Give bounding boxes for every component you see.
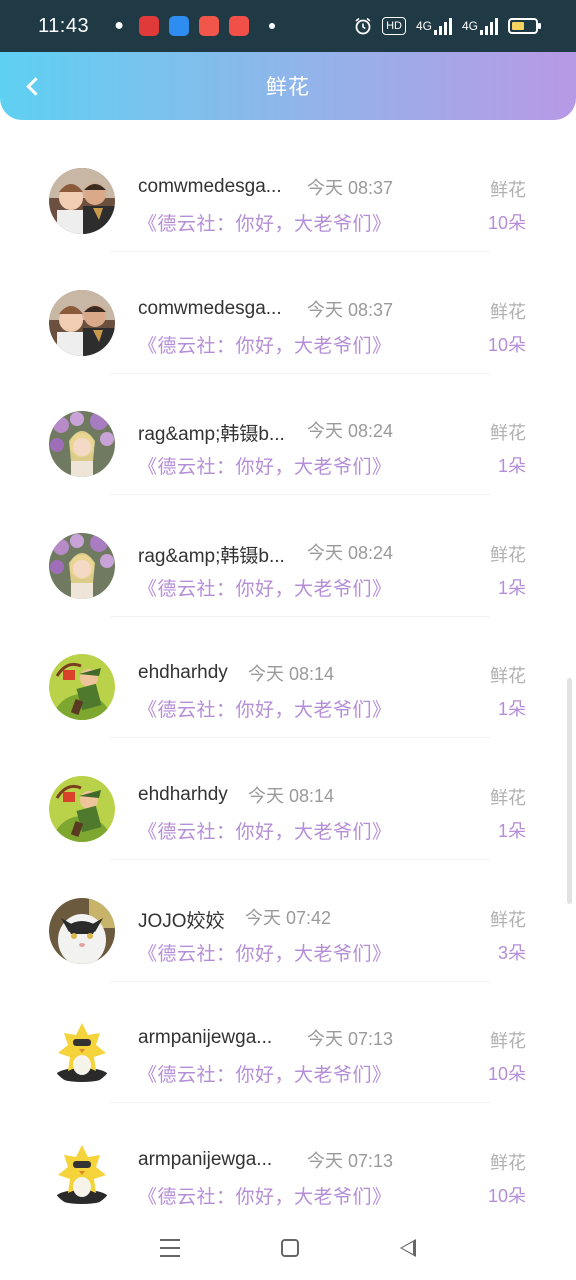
avatar[interactable] [49, 289, 115, 356]
program-title[interactable]: 《德云社：你好，大老爷们》 [138, 695, 392, 722]
maps-icon [229, 16, 250, 36]
gift-count: 1朵 [497, 577, 526, 598]
list-item[interactable]: rag&amp;韩镊b... 今天 08:24 《德云社：你好，大老爷们》 鲜花… [0, 373, 576, 496]
list-item[interactable]: ehdharhdy 今天 08:14 《德云社：你好，大老爷们》 鲜花 1朵 [0, 738, 576, 860]
system-back-button[interactable] [399, 1239, 416, 1257]
gift-time: 今天 08:37 [307, 299, 394, 320]
gift-count: 1朵 [497, 699, 526, 720]
list-item[interactable]: armpanijewga... 今天 07:13 《德云社：你好，大老爷们》 鲜… [0, 981, 576, 1104]
sender-name: ehdharhdy [138, 783, 228, 805]
back-button[interactable] [18, 72, 46, 100]
list-item[interactable]: rag&amp;韩镊b... 今天 08:24 《德云社：你好，大老爷们》 鲜花… [0, 495, 576, 617]
avatar[interactable] [49, 1019, 115, 1086]
gift-type-label: 鲜花 [490, 909, 526, 930]
notification-icons: ● [109, 16, 276, 36]
browser-icon [169, 16, 190, 36]
avatar[interactable] [49, 168, 115, 234]
program-title[interactable]: 《德云社：你好，大老爷们》 [138, 1182, 392, 1209]
sender-name: comwmedesga... [138, 176, 282, 197]
gift-type-label: 鲜花 [490, 544, 526, 565]
scrollbar[interactable] [567, 678, 572, 904]
avatar[interactable] [49, 654, 115, 721]
signal-strength-1-icon [433, 17, 452, 35]
gift-count: 3朵 [497, 942, 526, 963]
sender-name: ehdharhdy [138, 662, 228, 684]
gift-type-label: 鲜花 [490, 666, 526, 687]
sender-name: JOJO姣姣 [138, 910, 225, 932]
sender-name: armpanijewga... [138, 1148, 273, 1170]
toutiao-icon [139, 16, 160, 36]
gift-time: 今天 07:42 [245, 907, 332, 928]
gift-time: 今天 08:24 [307, 421, 394, 442]
wechat-icon: ● [114, 17, 124, 34]
battery-icon [508, 18, 541, 34]
network-type-2: 4G [461, 19, 478, 33]
page-title: 鲜花 [266, 76, 310, 99]
gift-count: 10朵 [487, 1064, 526, 1085]
gift-type-label: 鲜花 [490, 1031, 526, 1052]
gift-time: 今天 08:14 [248, 785, 335, 806]
gift-type-label: 鲜花 [490, 787, 526, 808]
gift-type-label: 鲜花 [490, 1152, 526, 1173]
list-item[interactable]: ehdharhdy 今天 08:14 《德云社：你好，大老爷们》 鲜花 1朵 [0, 616, 576, 739]
program-title[interactable]: 《德云社：你好，大老爷们》 [138, 939, 392, 966]
list-item[interactable]: JOJO姣姣 今天 07:42 《德云社：你好，大老爷们》 鲜花 3朵 [0, 860, 576, 982]
hd-voice-badge: HD [382, 17, 406, 35]
gift-count: 1朵 [497, 456, 526, 477]
chevron-left-icon [25, 76, 45, 96]
network-type-1: 4G [415, 19, 432, 33]
program-title[interactable]: 《德云社：你好，大老爷们》 [138, 1060, 392, 1087]
video-icon [199, 16, 220, 36]
sender-name: rag&amp;韩镊b... [138, 545, 285, 567]
recent-apps-button[interactable] [160, 1239, 181, 1257]
app-header: 鲜花 [0, 52, 576, 120]
clock: 11:43 [38, 14, 90, 37]
alarm-icon [355, 17, 371, 35]
avatar[interactable] [49, 411, 115, 478]
list-item[interactable]: armpanijewga... 今天 07:13 《德云社：你好，大老爷们》 鲜… [0, 1103, 576, 1225]
sender-name: rag&amp;韩镊b... [138, 424, 285, 446]
gift-type-label: 鲜花 [490, 423, 526, 444]
program-title[interactable]: 《德云社：你好，大老爷们》 [138, 452, 392, 479]
gift-count: 10朵 [487, 1185, 526, 1206]
flower-gift-list: comwmedesga... 今天 08:37 《德云社：你好，大老爷们》 鲜花… [0, 130, 576, 1225]
list-item[interactable]: comwmedesga... 今天 08:37 《德云社：你好，大老爷们》 鲜花… [0, 130, 576, 252]
signal-strength-2-icon [480, 17, 498, 35]
system-navigation-bar [0, 1216, 576, 1280]
status-bar: 11:43 ● HD 4G 4G [0, 0, 576, 52]
more-notifications-dot [269, 23, 276, 29]
list-item[interactable]: comwmedesga... 今天 08:37 《德云社：你好，大老爷们》 鲜花… [0, 252, 576, 374]
gift-time: 今天 07:13 [307, 1029, 394, 1050]
avatar[interactable] [49, 1140, 115, 1207]
gift-time: 今天 08:14 [248, 664, 335, 685]
gift-count: 10朵 [487, 213, 526, 233]
program-title[interactable]: 《德云社：你好，大老爷们》 [138, 209, 392, 236]
gift-count: 10朵 [487, 334, 526, 355]
gift-time: 今天 08:37 [307, 178, 394, 198]
avatar[interactable] [49, 775, 115, 842]
avatar[interactable] [49, 532, 115, 599]
program-title[interactable]: 《德云社：你好，大老爷们》 [138, 817, 392, 844]
gift-type-label: 鲜花 [490, 301, 526, 322]
program-title[interactable]: 《德云社：你好，大老爷们》 [138, 574, 392, 601]
program-title[interactable]: 《德云社：你好，大老爷们》 [138, 331, 392, 358]
avatar[interactable] [49, 897, 115, 964]
gift-count: 1朵 [497, 820, 526, 841]
gift-type-label: 鲜花 [490, 180, 526, 200]
gift-time: 今天 08:24 [307, 542, 394, 563]
home-button[interactable] [280, 1239, 299, 1257]
sender-name: armpanijewga... [138, 1027, 273, 1049]
gift-time: 今天 07:13 [307, 1150, 394, 1171]
sender-name: comwmedesga... [138, 297, 282, 319]
